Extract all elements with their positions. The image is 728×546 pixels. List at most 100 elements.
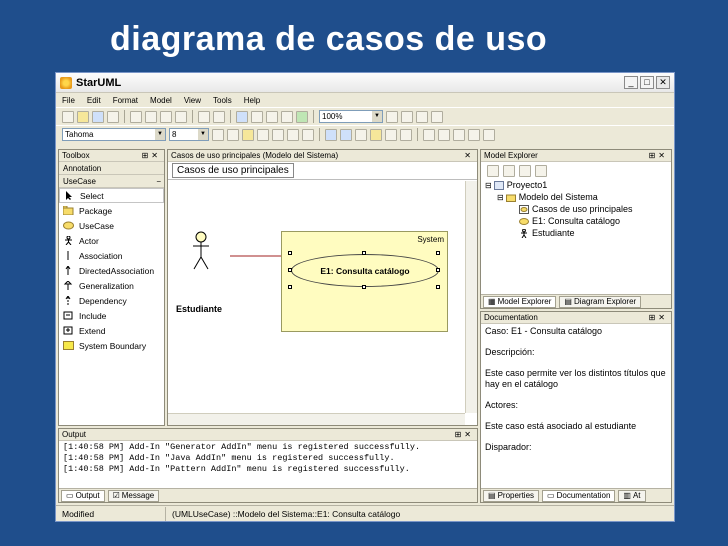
panel-buttons[interactable]: ⊞✕ [649,312,668,323]
toolbox-item-select[interactable]: Select [59,188,164,203]
copy-icon[interactable] [145,110,157,123]
new-icon[interactable] [62,110,74,123]
system-boundary[interactable]: System E1: Consulta catálogo [281,231,448,332]
word-wrap-icon[interactable] [400,128,412,141]
menu-view[interactable]: View [184,96,201,105]
menu-file[interactable]: File [62,96,75,105]
tree-item-modelo-del-sistema[interactable]: ⊟ Modelo del Sistema [485,191,667,203]
open-icon[interactable] [77,110,89,123]
menu-model[interactable]: Model [150,96,172,105]
actor-label[interactable]: Estudiante [176,304,222,314]
diagram-icon[interactable] [296,110,308,123]
selection-handle[interactable] [362,251,366,255]
line-color-icon[interactable] [257,128,269,141]
align-left-icon[interactable] [423,128,435,141]
cut-icon[interactable] [130,110,142,123]
actor-figure[interactable] [193,231,209,270]
navigate-icon[interactable] [535,164,547,177]
align-right-icon[interactable] [453,128,465,141]
suppress-icon[interactable] [302,128,314,141]
selection-handle[interactable] [288,268,292,272]
tab-model-explorer[interactable]: ▦ Model Explorer [483,295,557,308]
panel-close[interactable]: ✕ [464,150,474,161]
toolbox-item-system-boundary[interactable]: System Boundary [59,338,164,353]
minimize-button[interactable]: _ [624,76,638,89]
show-operations-icon[interactable] [340,128,352,141]
undo-icon[interactable] [198,110,210,123]
selection-handle[interactable] [362,285,366,289]
selection-handle[interactable] [436,251,440,255]
find-icon[interactable] [236,110,248,123]
toolbox-group-usecase[interactable]: UseCase − [59,175,164,188]
delete-icon[interactable] [175,110,187,123]
menu-help[interactable]: Help [244,96,260,105]
operation-signature-icon[interactable] [385,128,397,141]
paste-icon[interactable] [160,110,172,123]
toolbox-item-directed-association[interactable]: DirectedAssociation [59,263,164,278]
diagram-canvas[interactable]: Estudiante System E1: Consulta catálogo [168,181,465,413]
usecase-e1[interactable]: E1: Consulta catálogo [291,254,439,287]
tree-item-proyecto1[interactable]: ⊟ Proyecto1 [485,179,667,191]
save-icon[interactable] [92,110,104,123]
model-icon[interactable] [281,110,293,123]
documentation-textarea[interactable]: Caso: E1 - Consulta catálogo Descripción… [481,324,671,465]
align-bottom-icon[interactable] [483,128,495,141]
menu-tools[interactable]: Tools [213,96,232,105]
tree-item-estudiante[interactable]: Estudiante [485,227,667,239]
tab-attachments[interactable]: ▥ At [618,489,646,502]
show-compartment-icon[interactable] [370,128,382,141]
show-attributes-icon[interactable] [325,128,337,141]
close-button[interactable]: ✕ [656,76,670,89]
fit-icon[interactable] [416,110,428,123]
panel-buttons[interactable]: ⊞✕ [142,150,161,161]
select-all-icon[interactable] [251,110,263,123]
selection-handle[interactable] [288,251,292,255]
bold-icon[interactable] [212,128,224,141]
tree-item-e1[interactable]: E1: Consulta catálogo [485,215,667,227]
fill-color-icon[interactable] [242,128,254,141]
show-parent-icon[interactable] [355,128,367,141]
zoom-icon[interactable] [266,110,278,123]
selection-handle[interactable] [436,268,440,272]
toolbox-item-usecase[interactable]: UseCase [59,218,164,233]
zoom-in-icon[interactable] [386,110,398,123]
tab-message[interactable]: ☑ Message [107,489,160,502]
zoom-out-icon[interactable] [401,110,413,123]
menu-edit[interactable]: Edit [87,96,101,105]
diagram-horizontal-scrollbar[interactable] [168,413,465,425]
validate-icon[interactable] [431,110,443,123]
tree-item-casos-de-uso[interactable]: Casos de uso principales [485,203,667,215]
panel-buttons[interactable]: ⊞✕ [649,150,668,161]
toolbox-item-include[interactable]: Include [59,308,164,323]
toolbox-item-generalization[interactable]: Generalization [59,278,164,293]
stereotype-icon[interactable] [287,128,299,141]
tab-properties[interactable]: ▤ Properties [483,489,540,502]
tab-documentation[interactable]: ▭ Documentation [542,489,616,502]
diagram-vertical-scrollbar[interactable] [465,181,477,413]
toolbox-item-dependency[interactable]: Dependency [59,293,164,308]
redo-icon[interactable] [213,110,225,123]
font-select[interactable]: Tahoma ▼ [62,128,166,141]
toolbox-item-actor[interactable]: Actor [59,233,164,248]
toolbox-group-annotation[interactable]: Annotation [59,162,164,175]
toolbox-item-extend[interactable]: Extend [59,323,164,338]
diagram-tab[interactable]: Casos de uso principales [168,162,477,180]
toolbox-item-association[interactable]: Association [59,248,164,263]
align-center-icon[interactable] [438,128,450,141]
toolbox-item-package[interactable]: Package [59,203,164,218]
selection-handle[interactable] [436,285,440,289]
tab-diagram-explorer[interactable]: ▤ Diagram Explorer [559,295,642,308]
font-size-select[interactable]: 8 ▼ [169,128,209,141]
tab-output[interactable]: ▭ Output [61,489,105,502]
maximize-button[interactable]: □ [640,76,654,89]
line-style-icon[interactable] [272,128,284,141]
selection-handle[interactable] [288,285,292,289]
zoom-select[interactable]: 100% ▼ [319,110,383,123]
font-color-icon[interactable] [227,128,239,141]
print-icon[interactable] [107,110,119,123]
sort-icon[interactable] [487,164,499,177]
menu-format[interactable]: Format [113,96,138,105]
align-top-icon[interactable] [468,128,480,141]
panel-buttons[interactable]: ⊞✕ [455,429,474,440]
add-icon[interactable] [503,164,515,177]
